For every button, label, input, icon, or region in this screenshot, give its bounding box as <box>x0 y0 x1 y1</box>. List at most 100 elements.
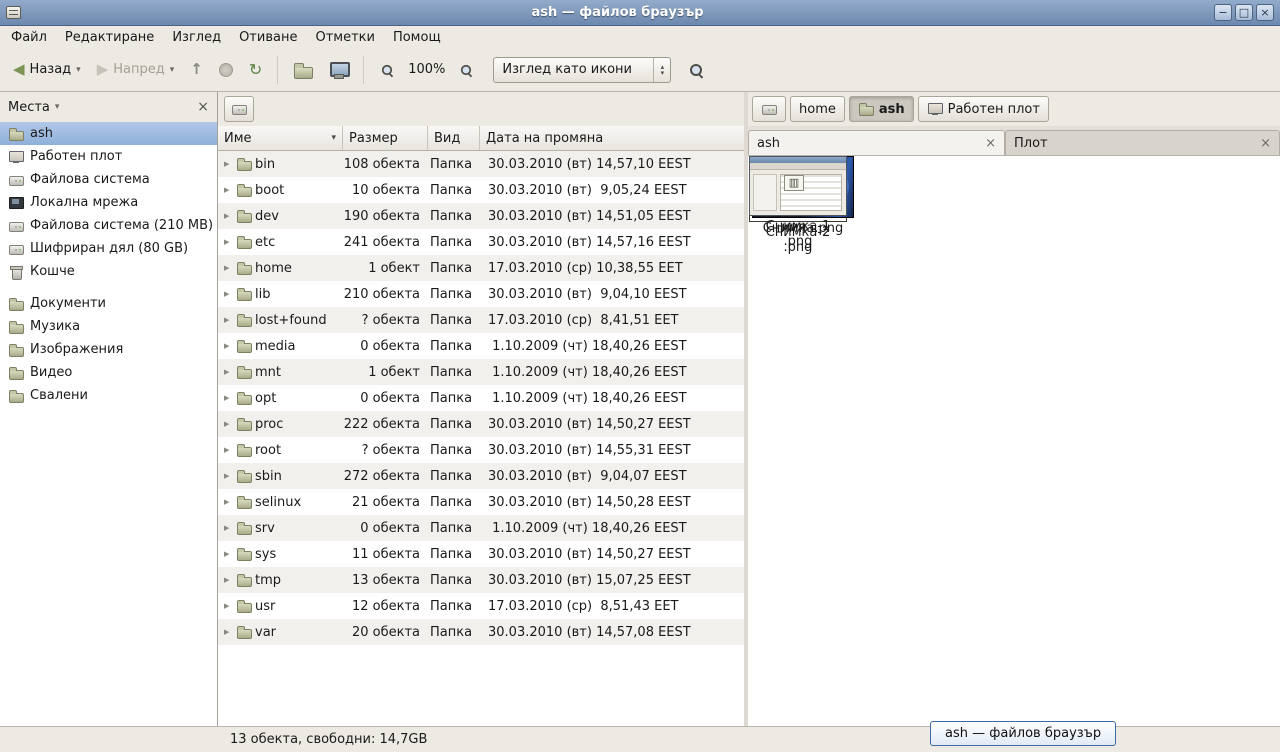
path-button[interactable]: Работен плот <box>918 96 1049 122</box>
close-button[interactable]: × <box>1256 4 1274 21</box>
places-item[interactable]: Свалени <box>0 384 217 407</box>
view-mode-select[interactable]: Изглед като икони ▴ ▾ <box>493 57 671 83</box>
expander-icon[interactable]: ▶ <box>224 472 233 480</box>
expander-icon[interactable]: ▶ <box>224 394 233 402</box>
table-row[interactable]: ▶ boot 10 обекта Папка 30.03.2010 (вт) 9… <box>218 177 744 203</box>
search-button[interactable] <box>681 57 711 83</box>
table-row[interactable]: ▶ lib 210 обекта Папка 30.03.2010 (вт) 9… <box>218 281 744 307</box>
table-row[interactable]: ▶ bin 108 обекта Папка 30.03.2010 (вт) 1… <box>218 151 744 177</box>
table-row[interactable]: ▶ srv 0 обекта Папка 1.10.2009 (чт) 18,4… <box>218 515 744 541</box>
expander-icon[interactable]: ▶ <box>224 576 233 584</box>
places-item[interactable]: Документи <box>0 292 217 315</box>
maximize-button[interactable]: □ <box>1235 4 1253 21</box>
tab[interactable]: ash × <box>748 130 1005 155</box>
zoom-in-button[interactable] <box>451 57 481 83</box>
path-button-label: Работен плот <box>948 102 1040 117</box>
view-mode-value: Изглед като икони <box>502 62 653 77</box>
table-row[interactable]: ▶ opt 0 обекта Папка 1.10.2009 (чт) 18,4… <box>218 385 744 411</box>
menu-item[interactable]: Файл <box>2 28 56 47</box>
path-button[interactable] <box>752 96 786 122</box>
table-row[interactable]: ▶ var 20 обекта Папка 30.03.2010 (вт) 14… <box>218 619 744 645</box>
expander-icon[interactable]: ▶ <box>224 628 233 636</box>
menu-item[interactable]: Редактиране <box>56 28 163 47</box>
file-browser-window: ash — файлов браузър − □ × Файл Редактир… <box>0 0 1280 752</box>
places-item[interactable]: Видео <box>0 361 217 384</box>
zoom-out-button[interactable] <box>372 57 402 83</box>
icon-view-item[interactable]: Снимка-1.png <box>748 156 848 249</box>
places-item[interactable]: Музика <box>0 315 217 338</box>
expander-icon[interactable]: ▶ <box>224 316 233 324</box>
table-row[interactable]: ▶ selinux 21 обекта Папка 30.03.2010 (вт… <box>218 489 744 515</box>
expander-icon[interactable]: ▶ <box>224 264 233 272</box>
tab-close-icon[interactable]: × <box>985 137 996 150</box>
minimize-button[interactable]: − <box>1214 4 1232 21</box>
expander-icon[interactable]: ▶ <box>224 212 233 220</box>
places-item[interactable] <box>0 283 217 292</box>
table-row[interactable]: ▶ lost+found ? обекта Папка 17.03.2010 (… <box>218 307 744 333</box>
places-item[interactable]: Кошче <box>0 260 217 283</box>
view-mode-spinner[interactable]: ▴ ▾ <box>653 58 670 82</box>
expander-icon[interactable]: ▶ <box>224 498 233 506</box>
reload-button[interactable]: ↻ <box>242 57 269 82</box>
menu-item[interactable]: Изглед <box>163 28 230 47</box>
column-header-date[interactable]: Дата на промяна <box>480 126 744 150</box>
expander-icon[interactable]: ▶ <box>224 446 233 454</box>
places-close-button[interactable]: × <box>197 100 209 114</box>
places-item[interactable]: Шифриран дял (80 GB) <box>0 237 217 260</box>
path-button[interactable]: home <box>790 96 845 122</box>
menu-item[interactable]: Отметки <box>306 28 383 47</box>
cell-type: Папка <box>428 209 480 224</box>
table-row[interactable]: ▶ etc 241 обекта Папка 30.03.2010 (вт) 1… <box>218 229 744 255</box>
table-row[interactable]: ▶ proc 222 обекта Папка 30.03.2010 (вт) … <box>218 411 744 437</box>
list-header: Име ▾ Размер Вид Дата на промяна <box>218 126 744 151</box>
table-row[interactable]: ▶ sbin 272 обекта Папка 30.03.2010 (вт) … <box>218 463 744 489</box>
expander-icon[interactable]: ▶ <box>224 290 233 298</box>
cell-date: 30.03.2010 (вт) 9,04,10 EEST <box>480 287 744 302</box>
table-row[interactable]: ▶ dev 190 обекта Папка 30.03.2010 (вт) 1… <box>218 203 744 229</box>
folder-icon <box>236 546 252 562</box>
places-item[interactable]: ash <box>0 122 217 145</box>
places-item[interactable]: Изображения <box>0 338 217 361</box>
computer-button[interactable] <box>322 56 355 83</box>
places-header[interactable]: Места ▾ × <box>0 92 217 122</box>
menu-item[interactable]: Помощ <box>384 28 450 47</box>
places-item[interactable]: Локална мрежа <box>0 191 217 214</box>
back-dropdown-icon[interactable]: ▾ <box>76 65 81 75</box>
column-header-type[interactable]: Вид <box>428 126 480 150</box>
titlebar[interactable]: ash — файлов браузър − □ × <box>0 0 1280 26</box>
table-row[interactable]: ▶ mnt 1 обект Папка 1.10.2009 (чт) 18,40… <box>218 359 744 385</box>
places-item[interactable]: Файлова система (210 MB) <box>0 214 217 237</box>
menu-item[interactable]: Отиване <box>230 28 306 47</box>
place-label: Файлова система (210 MB) <box>30 218 213 233</box>
places-item[interactable]: Файлова система <box>0 168 217 191</box>
table-row[interactable]: ▶ root ? обекта Папка 30.03.2010 (вт) 14… <box>218 437 744 463</box>
forward-button[interactable]: ▶ Напред ▾ <box>90 57 182 82</box>
table-row[interactable]: ▶ sys 11 обекта Папка 30.03.2010 (вт) 14… <box>218 541 744 567</box>
place-label: Работен плот <box>30 149 122 164</box>
column-header-name[interactable]: Име ▾ <box>218 126 343 150</box>
expander-icon[interactable]: ▶ <box>224 342 233 350</box>
column-header-size[interactable]: Размер <box>343 126 428 150</box>
tab[interactable]: Плот × <box>1005 130 1280 155</box>
expander-icon[interactable]: ▶ <box>224 160 233 168</box>
tab-close-icon[interactable]: × <box>1260 137 1271 150</box>
path-button[interactable]: ash <box>849 96 914 122</box>
home-button[interactable] <box>286 57 320 83</box>
expander-icon[interactable]: ▶ <box>224 550 233 558</box>
root-location-button[interactable] <box>224 96 254 122</box>
table-row[interactable]: ▶ tmp 13 обекта Папка 30.03.2010 (вт) 15… <box>218 567 744 593</box>
expander-icon[interactable]: ▶ <box>224 420 233 428</box>
table-row[interactable]: ▶ usr 12 обекта Папка 17.03.2010 (ср) 8,… <box>218 593 744 619</box>
cell-size: 1 обект <box>343 261 428 276</box>
expander-icon[interactable]: ▶ <box>224 368 233 376</box>
places-item[interactable]: Работен плот <box>0 145 217 168</box>
table-row[interactable]: ▶ home 1 обект Папка 17.03.2010 (ср) 10,… <box>218 255 744 281</box>
up-button[interactable]: ↑ <box>183 57 210 82</box>
table-row[interactable]: ▶ media 0 обекта Папка 1.10.2009 (чт) 18… <box>218 333 744 359</box>
expander-icon[interactable]: ▶ <box>224 524 233 532</box>
expander-icon[interactable]: ▶ <box>224 238 233 246</box>
expander-icon[interactable]: ▶ <box>224 602 233 610</box>
expander-icon[interactable]: ▶ <box>224 186 233 194</box>
stop-button[interactable] <box>212 58 240 82</box>
back-button[interactable]: ◀ Назад ▾ <box>6 57 88 82</box>
